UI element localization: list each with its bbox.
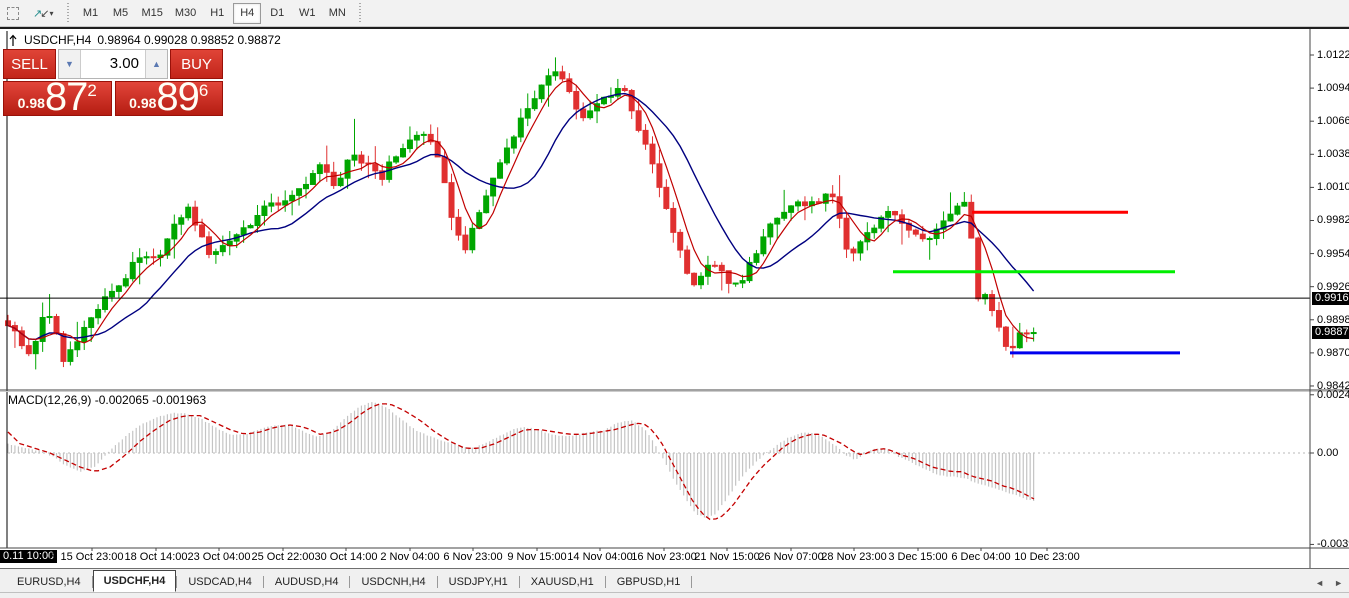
down-arrow-icon: ▼: [65, 59, 74, 69]
price-axis-label: 1.01220: [1317, 49, 1349, 61]
buy-price-box[interactable]: 0.98 89 6: [114, 75, 223, 119]
cycle-arrows-icon: ↗↙: [33, 7, 50, 20]
sell-price-prefix: 0.98: [17, 95, 45, 111]
macd-axis-label: -0.003913: [1317, 538, 1349, 551]
date-axis-label: 6 Dec 04:00: [951, 551, 1011, 563]
toolbar-separator: [356, 3, 364, 23]
price-axis-label: 0.98700: [1317, 346, 1349, 359]
date-axis-label: 16 Nov 23:00: [631, 551, 697, 563]
sell-price-big: 87: [44, 75, 88, 119]
chart-window: USDCHF,H4 0.98964 0.99028 0.98852 0.9887…: [0, 27, 1349, 568]
one-click-trading-panel: SELL ▼ 3.00 ▲ BUY 0.98 87 2 0.98 89 6: [3, 49, 223, 119]
date-axis-label: 6 Nov 23:00: [443, 551, 503, 563]
tab-eurusd-h4[interactable]: EURUSD,H4: [6, 572, 92, 592]
date-axis-label: 21 Nov 15:00: [694, 551, 760, 563]
tab-usdcnh-h4[interactable]: USDCNH,H4: [350, 572, 436, 592]
date-axis-label: 18 Oct 14:00: [124, 551, 188, 563]
tab-gbpusd-h1[interactable]: GBPUSD,H1: [606, 572, 692, 592]
tab-xauusd-h1[interactable]: XAUUSD,H1: [520, 572, 605, 592]
date-axis-label: 26 Nov 07:00: [758, 551, 824, 563]
date-axis-label: 10 Dec 23:00: [1014, 551, 1080, 563]
price-axis-label: 1.00660: [1317, 115, 1349, 128]
timeframe-h1[interactable]: H1: [203, 3, 231, 24]
volume-decrease-button[interactable]: ▼: [59, 50, 81, 78]
timeframe-mn[interactable]: MN: [323, 3, 351, 24]
macd-axis-label: 0.00: [1317, 447, 1339, 459]
price-axis-label: 0.98980: [1317, 313, 1349, 326]
partial-date-label: 8: [49, 551, 56, 563]
date-axis-label: 3 Dec 15:00: [888, 551, 948, 563]
date-axis-label: 30 Oct 14:00: [314, 551, 378, 563]
top-toolbar: ↗↙ ▾ M1 M5 M15 M30 H1 H4 D1 W1 MN: [0, 0, 1349, 27]
price-tag: 0.99163: [1312, 291, 1349, 305]
date-axis-label: 25 Oct 22:00: [251, 551, 315, 563]
chart-symbol-label: USDCHF,H4: [24, 33, 92, 47]
price-tag: 0.98872: [1312, 326, 1349, 340]
volume-increase-button[interactable]: ▲: [145, 50, 167, 78]
timeframe-m30[interactable]: M30: [170, 3, 201, 24]
price-axis-label: 0.99820: [1317, 214, 1349, 227]
macd-indicator-label: MACD(12,26,9) -0.002065 -0.001963: [8, 393, 207, 407]
tab-audusd-h4[interactable]: AUDUSD,H4: [264, 572, 350, 592]
sell-price-box[interactable]: 0.98 87 2: [3, 75, 112, 119]
timeframe-m15[interactable]: M15: [136, 3, 167, 24]
date-axis-label: 15 Oct 23:00: [60, 551, 124, 563]
chart-symbol-icon: [9, 34, 17, 46]
timeframe-m5[interactable]: M5: [106, 3, 134, 24]
date-axis-label: 28 Nov 23:00: [821, 551, 887, 563]
price-axis-label: 1.00100: [1317, 181, 1349, 194]
tab-usdcad-h4[interactable]: USDCAD,H4: [177, 572, 263, 592]
cycle-symbols-button[interactable]: ↗↙ ▾: [27, 2, 59, 24]
tab-separator: [691, 576, 693, 588]
tab-scroll-right-button[interactable]: ►: [1334, 578, 1343, 588]
tab-scroll-left-button[interactable]: ◄: [1315, 578, 1324, 588]
date-axis-label: 23 Oct 04:00: [187, 551, 251, 563]
buy-price-prefix: 0.98: [129, 95, 157, 111]
buy-price-big: 89: [156, 75, 199, 119]
price-axis-label: 0.99540: [1317, 247, 1349, 260]
selection-box-button[interactable]: [1, 2, 25, 24]
dropdown-caret-icon: ▾: [49, 8, 54, 18]
dashed-selection-icon: [7, 6, 19, 20]
toolbar-separator: [64, 3, 72, 23]
date-axis-label: 2 Nov 04:00: [380, 551, 440, 563]
timeframe-w1[interactable]: W1: [293, 3, 321, 24]
chart-header: USDCHF,H4 0.98964 0.99028 0.98852 0.9887…: [8, 33, 281, 47]
tab-usdjpy-h1[interactable]: USDJPY,H1: [438, 572, 519, 592]
price-axis-label: 1.00380: [1317, 148, 1349, 161]
timeframe-h4[interactable]: H4: [233, 2, 262, 24]
status-bar: [0, 592, 1349, 598]
buy-price-sup: 6: [198, 81, 209, 100]
date-axis-label: 9 Nov 15:00: [507, 551, 567, 563]
price-axis-label: 1.00940: [1317, 82, 1349, 95]
chart-ohlc-values: 0.98964 0.99028 0.98852 0.98872: [97, 33, 281, 47]
sell-price-sup: 2: [87, 81, 97, 100]
timeframe-m1[interactable]: M1: [76, 3, 104, 24]
volume-value[interactable]: 3.00: [81, 50, 145, 78]
timeframe-d1[interactable]: D1: [263, 3, 291, 24]
up-arrow-icon: ▲: [152, 59, 161, 69]
symbol-tab-bar: EURUSD,H4 USDCHF,H4 USDCAD,H4 AUDUSD,H4 …: [0, 568, 1349, 592]
date-axis-label: 14 Nov 04:00: [567, 551, 633, 563]
macd-axis-label: 0.002492: [1317, 388, 1349, 401]
tab-usdchf-h4[interactable]: USDCHF,H4: [92, 570, 177, 592]
